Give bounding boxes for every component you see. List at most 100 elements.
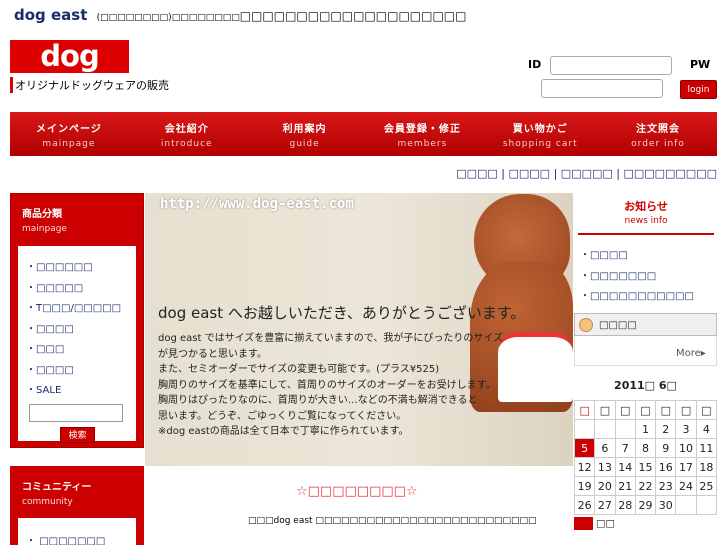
weekday-cell: □: [573, 400, 596, 420]
id-label: ID: [528, 58, 542, 71]
notice-bar[interactable]: □□□□: [574, 313, 717, 336]
day-cell[interactable]: 27: [594, 495, 616, 515]
nav-label: 利用案内: [282, 124, 327, 135]
welcome-line: ※dog eastの商品は全て日本で丁寧に作られています。: [158, 426, 409, 437]
nav-sublabel: members: [397, 139, 448, 149]
news-list: ・□□□□ ・□□□□□□□ ・□□□□□□□□□□□: [580, 246, 694, 308]
weekday-cell: □: [614, 400, 636, 420]
nav-members[interactable]: 会員登録・修正 members: [363, 112, 481, 156]
day-cell[interactable]: 17: [675, 457, 697, 477]
day-cell[interactable]: 16: [655, 457, 677, 477]
news-heading-en: news info: [624, 216, 668, 226]
pw-input[interactable]: [541, 79, 663, 98]
weekday-cell: □: [655, 400, 677, 420]
util-link[interactable]: □□□□□□□□□: [623, 167, 717, 180]
id-input[interactable]: [550, 56, 672, 75]
community-heading-text: コミュニティー: [22, 482, 92, 493]
nav-label: 注文照会: [636, 124, 681, 135]
day-cell[interactable]: 21: [614, 476, 636, 496]
category-item[interactable]: ・□□□: [26, 340, 136, 361]
weekday-cell: □: [594, 400, 616, 420]
news-item[interactable]: ・□□□□□□□□□□□: [580, 287, 694, 308]
day-cell[interactable]: 14: [614, 457, 636, 477]
day-cell[interactable]: 20: [594, 476, 616, 496]
day-cell[interactable]: 24: [675, 476, 697, 496]
category-item[interactable]: ・SALE: [26, 381, 136, 402]
logo[interactable]: dog east: [10, 40, 129, 106]
calendar-weekday-row: □ □ □ □ □ □ □: [573, 400, 718, 420]
day-cell[interactable]: 18: [695, 457, 718, 477]
news-item[interactable]: ・□□□□□□□: [580, 267, 694, 288]
community-heading: コミュニティー community: [22, 478, 91, 507]
pw-label: PW: [690, 58, 711, 71]
community-list: ・ □□□□□□□: [18, 518, 136, 545]
news-item[interactable]: ・□□□□: [580, 246, 694, 267]
day-cell[interactable]: 10: [675, 438, 697, 458]
nav-sublabel: shopping cart: [502, 139, 578, 149]
category-search-input[interactable]: [29, 404, 123, 422]
day-cell[interactable]: 9: [655, 438, 677, 458]
day-cell[interactable]: 12: [573, 457, 596, 477]
nav-guide[interactable]: 利用案内 guide: [246, 112, 364, 156]
calendar-week: 19 20 21 22 23 24 25: [573, 476, 718, 496]
notice-label: □□□□: [599, 320, 637, 331]
site-title-sub: (□□□□□□□□)□□□□□□□□: [96, 13, 240, 23]
util-link[interactable]: □□□□□: [561, 167, 613, 180]
nav-order-info[interactable]: 注文照会 order info: [599, 112, 717, 156]
welcome-text: dog east へお越しいただき、ありがとうございます。 dog east で…: [158, 302, 568, 457]
day-cell: [594, 419, 616, 439]
day-cell[interactable]: 28: [614, 495, 636, 515]
shop-heading: ☆□□□□□□□□☆: [296, 484, 418, 499]
category-item[interactable]: ・T□□□/□□□□□: [26, 299, 136, 320]
day-cell[interactable]: 1: [634, 419, 657, 439]
day-cell: [573, 419, 596, 439]
category-item[interactable]: ・□□□□□□: [26, 258, 136, 279]
search-button[interactable]: 検索: [60, 427, 95, 443]
site-title: dog east (□□□□□□□□)□□□□□□□□□□□□□□□□□□□□□…: [14, 6, 466, 24]
person-icon: [579, 318, 593, 332]
category-heading-en: mainpage: [22, 224, 67, 234]
day-cell: [695, 495, 718, 515]
nav-sublabel: mainpage: [42, 139, 96, 149]
nav-mainpage[interactable]: メインページ mainpage: [10, 112, 128, 156]
category-item[interactable]: ・□□□□: [26, 320, 136, 341]
day-cell[interactable]: 8: [634, 438, 657, 458]
day-cell[interactable]: 7: [614, 438, 636, 458]
day-cell[interactable]: 29: [634, 495, 657, 515]
util-link[interactable]: □□□□: [509, 167, 551, 180]
nav-label: 買い物かご: [512, 124, 568, 135]
shop-description: □□□dog east □□□□□□□□□□□□□□□□□□□□□□□□□□: [248, 516, 537, 526]
util-link[interactable]: □□□□: [456, 167, 498, 180]
welcome-line: 思います。どうぞ、ごゆっくりご覧になってください。: [158, 410, 407, 422]
day-cell[interactable]: 22: [634, 476, 657, 496]
more-link[interactable]: More▸: [676, 348, 706, 359]
day-cell[interactable]: 4: [695, 419, 718, 439]
day-cell[interactable]: 19: [573, 476, 596, 496]
day-cell[interactable]: 15: [634, 457, 657, 477]
day-cell[interactable]: 25: [695, 476, 718, 496]
welcome-line: 胸周りはぴったりなのに、首周りが大きい…などの不満も解消できると: [158, 395, 478, 406]
day-cell[interactable]: 13: [594, 457, 616, 477]
nav-introduce[interactable]: 会社紹介 introduce: [128, 112, 246, 156]
day-cell[interactable]: 23: [655, 476, 677, 496]
news-divider: [578, 233, 714, 235]
day-cell[interactable]: 2: [655, 419, 677, 439]
calendar-legend: □□: [574, 517, 615, 530]
category-item[interactable]: ・□□□□: [26, 361, 136, 382]
day-cell[interactable]: 3: [675, 419, 697, 439]
day-cell[interactable]: 6: [594, 438, 616, 458]
site-title-text: dog east: [14, 6, 88, 24]
legend-label: □□: [596, 518, 615, 530]
welcome-line: dog east ではサイズを豊富に揃えていますので、我が子にぴったりのサイズ: [158, 333, 504, 344]
nav-shopping-cart[interactable]: 買い物かご shopping cart: [481, 112, 599, 156]
day-cell[interactable]: 26: [573, 495, 596, 515]
category-item[interactable]: ・□□□□□: [26, 279, 136, 300]
welcome-line: が見つかると思います。: [158, 348, 267, 360]
day-cell[interactable]: 30: [655, 495, 677, 515]
community-item[interactable]: ・ □□□□□□□: [26, 536, 105, 545]
login-button[interactable]: login: [680, 80, 717, 99]
site-title-sub2: □□□□□□□□□□□□□□□□□□□□: [239, 9, 467, 23]
day-cell-holiday[interactable]: 5: [573, 438, 596, 458]
weekday-cell: □: [695, 400, 718, 420]
day-cell[interactable]: 11: [695, 438, 718, 458]
